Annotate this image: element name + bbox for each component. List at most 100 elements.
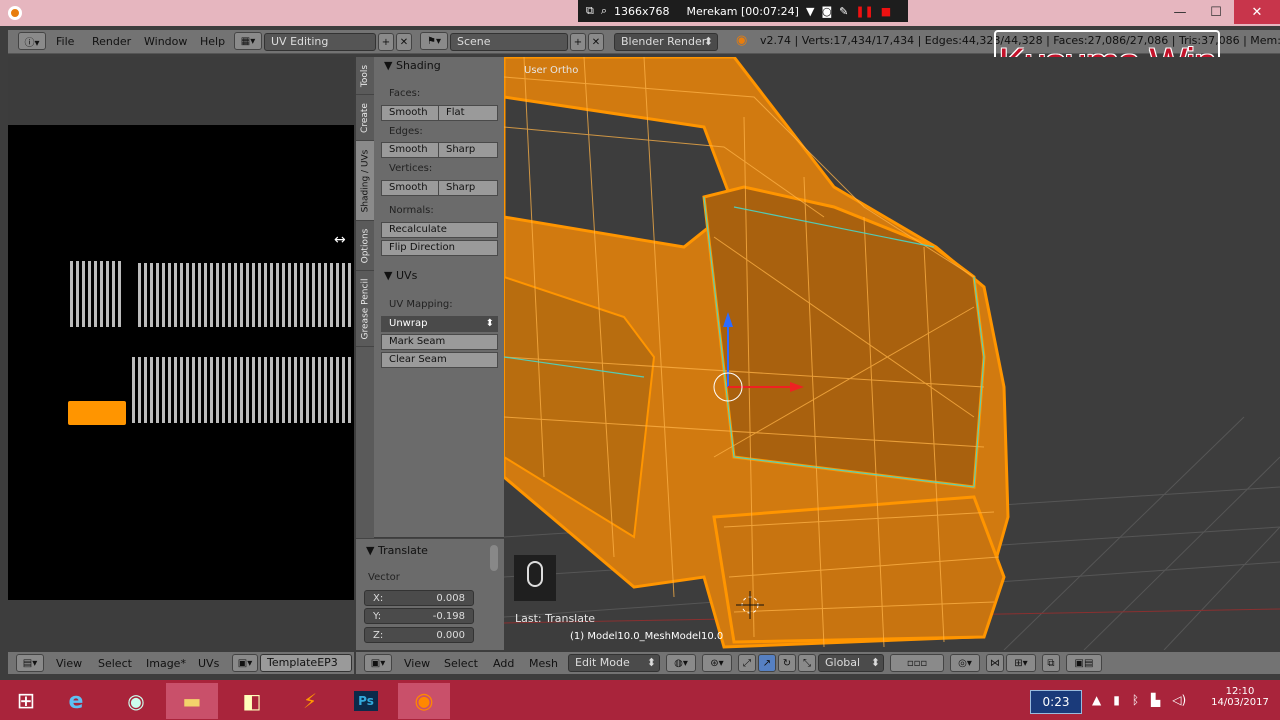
vertices-sharp-button[interactable]: Sharp [438, 180, 498, 196]
snap-element-icon[interactable]: ⊞▾ [1006, 654, 1036, 672]
vp-menu-view[interactable]: View [404, 657, 430, 670]
taskbar-photoshop[interactable]: Ps [340, 683, 392, 719]
tab-shading-uvs[interactable]: Shading / UVs [356, 141, 374, 221]
pen-icon[interactable]: ✎ [839, 5, 848, 18]
select-mode-icons[interactable]: ▫▫▫ [890, 654, 944, 672]
start-button[interactable]: ⊞ [0, 683, 52, 719]
operator-arrow-icon[interactable]: ▼ [366, 544, 374, 557]
dropdown-icon[interactable]: ▼ [806, 5, 814, 18]
mark-seam-button[interactable]: Mark Seam [381, 334, 498, 350]
rotate-icon[interactable]: ↻ [778, 654, 796, 672]
tab-grease-pencil[interactable]: Grease Pencil [356, 271, 374, 347]
mode-select[interactable]: Edit Mode ⬍ [568, 654, 660, 672]
clock[interactable]: 12:10 14/03/2017 [1208, 686, 1272, 708]
taskbar-ie[interactable]: e [50, 683, 102, 719]
scene-icon[interactable]: ⚑▾ [420, 32, 448, 50]
vp-menu-mesh[interactable]: Mesh [529, 657, 558, 670]
uvs-panel-arrow-icon[interactable]: ▼ [384, 269, 392, 282]
camera-app-icon: ◉ [127, 689, 145, 713]
app-icon: ◧ [242, 689, 262, 713]
last-operator: Last: Translate [515, 612, 596, 625]
render-engine-select[interactable]: Blender Render ⬍ [614, 33, 718, 51]
tab-options[interactable]: Options [356, 221, 374, 271]
folder-icon: ▬ [182, 689, 202, 713]
vp-menu-select[interactable]: Select [444, 657, 478, 670]
minimize-icon[interactable]: — [1162, 0, 1198, 24]
taskbar-blender[interactable]: ◉ [398, 683, 450, 719]
faces-flat-button[interactable]: Flat [438, 105, 498, 121]
menu-window[interactable]: Window [144, 35, 187, 48]
battery-icon[interactable]: ▮ [1113, 693, 1120, 707]
flip-direction-button[interactable]: Flip Direction [381, 240, 498, 256]
blender-taskbar-icon: ◉ [414, 688, 434, 714]
tab-create[interactable]: Create [356, 95, 374, 141]
uv-menu-image[interactable]: Image* [146, 657, 186, 670]
uv-image [8, 125, 354, 600]
remove-layout-icon[interactable]: ✕ [396, 33, 412, 51]
taskbar-flash[interactable]: ⚡ [284, 683, 336, 719]
uv-image-editor[interactable]: ↔ [8, 57, 354, 600]
clock-time: 12:10 [1225, 686, 1255, 697]
pause-icon[interactable]: ❚❚ [855, 5, 873, 18]
taskbar-explorer[interactable]: ▬ [166, 683, 218, 719]
uv-menu-view[interactable]: View [56, 657, 82, 670]
stop-icon[interactable]: ■ [881, 5, 891, 18]
volume-icon[interactable]: ◁) [1172, 693, 1186, 707]
zoom-icon[interactable]: ⌕ [601, 4, 607, 18]
shading-mode-icon[interactable]: ◍▾ [666, 654, 696, 672]
layout-icon[interactable]: ▦▾ [234, 32, 262, 50]
scale-icon[interactable]: ⤡ [798, 654, 816, 672]
render-preview-icon[interactable]: ▣▤ [1066, 654, 1102, 672]
taskbar-app[interactable]: ◧ [226, 683, 278, 719]
vector-z-field[interactable]: Z: 0.000 [364, 627, 474, 643]
uv-menu-select[interactable]: Select [98, 657, 132, 670]
bluetooth-icon[interactable]: ᛒ [1132, 693, 1139, 707]
panel-scrollbar[interactable] [490, 545, 498, 571]
edges-smooth-button[interactable]: Smooth [381, 142, 439, 158]
menu-render[interactable]: Render [92, 35, 131, 48]
uv-editor-type-icon[interactable]: ▤▾ [16, 654, 44, 672]
vp-menu-add[interactable]: Add [493, 657, 514, 670]
unwrap-menu[interactable]: Unwrap ⬍ [381, 316, 498, 332]
proportional-edit-icon[interactable]: ◎▾ [950, 654, 980, 672]
taskbar-camera[interactable]: ◉ [110, 683, 162, 719]
maximize-icon[interactable]: ☐ [1198, 0, 1234, 24]
image-name-field[interactable]: TemplateEP3 [260, 654, 352, 672]
vector-x-field[interactable]: X: 0.008 [364, 590, 474, 606]
camera-icon[interactable]: ◙ [821, 5, 832, 18]
snap-icon[interactable]: ⋈ [986, 654, 1004, 672]
faces-smooth-button[interactable]: Smooth [381, 105, 439, 121]
translate-icon[interactable]: ↗ [758, 654, 776, 672]
recalculate-button[interactable]: Recalculate [381, 222, 498, 238]
3d-viewport[interactable]: User Ortho Last: Translate (1) Model10.0… [504, 57, 1280, 650]
region-icon[interactable]: ⧉ [586, 4, 594, 18]
uv-selected-island[interactable] [68, 401, 126, 425]
remove-scene-icon[interactable]: ✕ [588, 33, 604, 51]
editor-type-icon[interactable]: ⓘ▾ [18, 32, 46, 50]
manipulator-icon[interactable]: ⤢ [738, 654, 756, 672]
uv-menu-uvs[interactable]: UVs [198, 657, 219, 670]
menu-file[interactable]: File [56, 35, 74, 48]
layers-icon[interactable]: ⧉ [1042, 654, 1060, 672]
scene-field[interactable]: Scene [450, 33, 568, 51]
tray-chevron-icon[interactable]: ▲ [1092, 693, 1101, 707]
close-icon[interactable]: ✕ [1234, 0, 1280, 24]
recording-timer[interactable]: 0:23 [1030, 690, 1082, 714]
clear-seam-button[interactable]: Clear Seam [381, 352, 498, 368]
normals-label: Normals: [389, 205, 434, 216]
edges-sharp-button[interactable]: Sharp [438, 142, 498, 158]
orientation-select[interactable]: Global ⬍ [818, 654, 884, 672]
menu-help[interactable]: Help [200, 35, 225, 48]
viewport-editor-type-icon[interactable]: ▣▾ [364, 654, 392, 672]
layout-field[interactable]: UV Editing [264, 33, 376, 51]
add-layout-icon[interactable]: + [378, 33, 394, 51]
vector-y-field[interactable]: Y: -0.198 [364, 608, 474, 624]
shading-panel-arrow-icon[interactable]: ▼ [384, 59, 392, 72]
image-browse-icon[interactable]: ▣▾ [232, 654, 258, 672]
operator-title: Translate [378, 544, 428, 557]
add-scene-icon[interactable]: + [570, 33, 586, 51]
pivot-icon[interactable]: ⊛▾ [702, 654, 732, 672]
vertices-smooth-button[interactable]: Smooth [381, 180, 439, 196]
tab-tools[interactable]: Tools [356, 57, 374, 95]
network-icon[interactable]: ▙ [1151, 693, 1160, 707]
